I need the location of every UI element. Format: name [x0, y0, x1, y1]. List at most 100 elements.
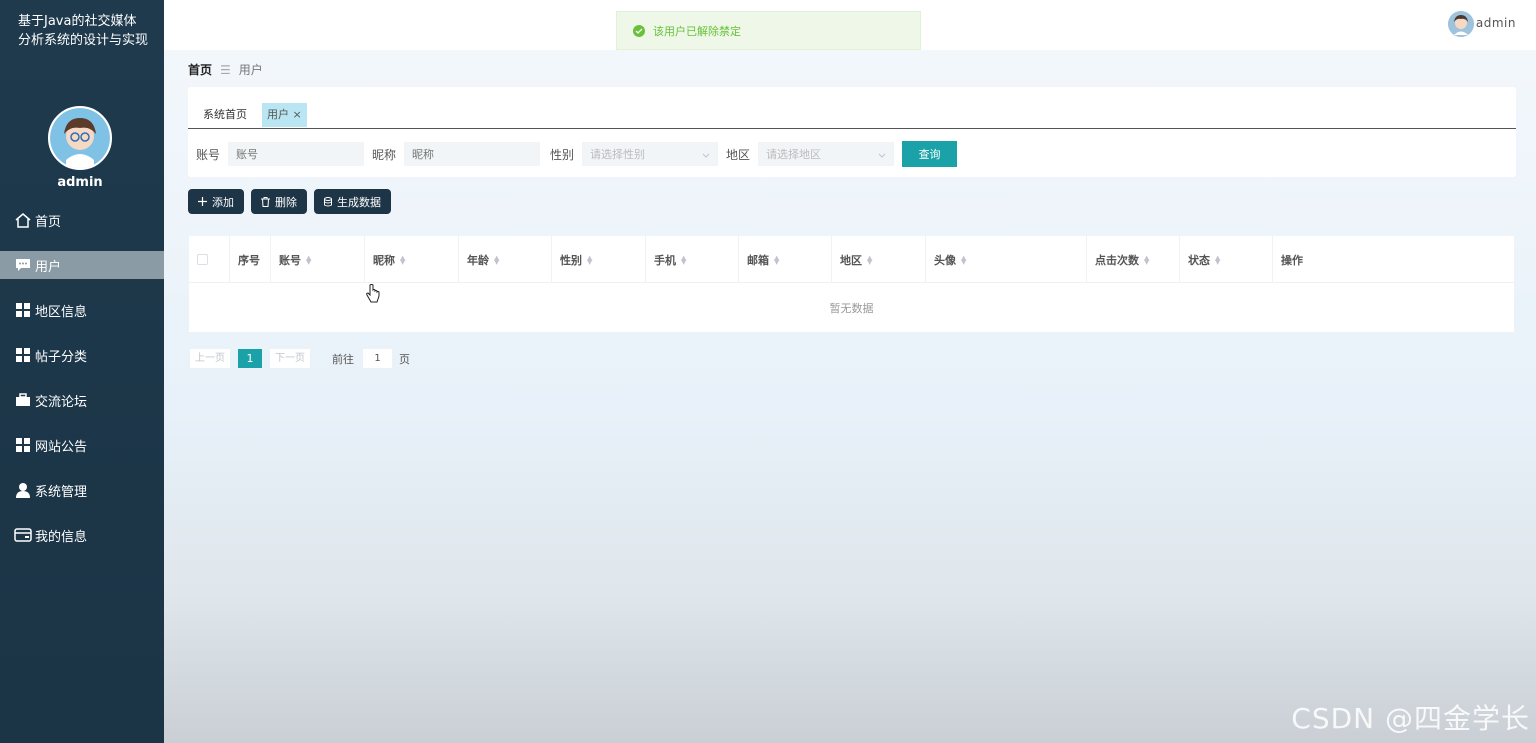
tab-divider: [188, 128, 1516, 129]
sort-icon[interactable]: ▲ ▼: [587, 254, 592, 265]
add-label: 添加: [212, 195, 234, 209]
check-circle-icon: [633, 24, 645, 37]
avatar[interactable]: [48, 106, 112, 170]
prev-page-button[interactable]: 上一页: [190, 349, 230, 368]
page-number[interactable]: 1: [238, 349, 262, 368]
empty-state: 暂无数据: [829, 302, 874, 315]
table-header: 序号 账号 ▲ ▼ 昵称 ▲ ▼ 年龄 ▲ ▼ 性别 ▲ ▼ 手机 ▲ ▼ 邮箱…: [189, 236, 1514, 283]
users-table: 序号 账号 ▲ ▼ 昵称 ▲ ▼ 年龄 ▲ ▼ 性别 ▲ ▼ 手机 ▲ ▼ 邮箱…: [189, 236, 1514, 332]
gender-select[interactable]: 请选择性别: [582, 142, 719, 166]
card-icon: [14, 527, 32, 543]
hand-cursor-icon: [366, 284, 380, 307]
sort-icon[interactable]: ▲ ▼: [1215, 254, 1220, 265]
sidebar-item-announcement[interactable]: 网站公告: [0, 431, 164, 459]
column-header[interactable]: 状态 ▲ ▼: [1179, 236, 1272, 283]
column-header[interactable]: 账号 ▲ ▼: [270, 236, 364, 283]
tab-bar: 系统首页 用户 ×: [198, 103, 307, 129]
sidebar-item-post-category[interactable]: 帖子分类: [0, 341, 164, 369]
column-label: 昵称: [373, 253, 395, 267]
column-header[interactable]: 手机 ▲ ▼: [645, 236, 738, 283]
column-header[interactable]: 邮箱 ▲ ▼: [738, 236, 831, 283]
column-header[interactable]: 点击次数 ▲ ▼: [1086, 236, 1179, 283]
trash-icon: [261, 196, 270, 207]
sort-icon[interactable]: ▲ ▼: [400, 254, 405, 265]
sort-icon[interactable]: ▲ ▼: [1144, 254, 1149, 265]
goto-page-input[interactable]: 1: [363, 349, 392, 368]
goto-label: 前往: [332, 352, 354, 366]
column-header[interactable]: 头像 ▲ ▼: [925, 236, 1086, 283]
select-all-checkbox[interactable]: [197, 254, 208, 265]
sidebar-item-home[interactable]: 首页: [0, 206, 164, 234]
gender-placeholder: 请选择性别: [590, 148, 646, 161]
sidebar-item-my-info[interactable]: 我的信息: [0, 521, 164, 549]
success-toast: 该用户已解除禁定: [616, 11, 921, 50]
action-bar: 添加 删除 生成数据: [188, 189, 391, 214]
page-unit-label: 页: [399, 352, 410, 366]
sidebar-username: admin: [57, 175, 103, 190]
database-icon: [324, 196, 332, 207]
pagination: 上一页 1 下一页 前往 1 页: [190, 349, 410, 368]
grid-icon: [14, 347, 32, 363]
sidebar-item-forum[interactable]: 交流论坛: [0, 386, 164, 414]
generate-label: 生成数据: [337, 195, 381, 209]
column-header[interactable]: 昵称 ▲ ▼: [364, 236, 458, 283]
add-button[interactable]: 添加: [188, 189, 244, 214]
briefcase-icon: [14, 392, 32, 408]
sidebar-item-label: 地区信息: [35, 304, 88, 320]
column-label: 手机: [654, 253, 676, 267]
column-header[interactable]: 性别 ▲ ▼: [551, 236, 645, 283]
sort-icon[interactable]: ▲ ▼: [681, 254, 686, 265]
column-label: 操作: [1281, 253, 1303, 267]
sort-icon[interactable]: ▲ ▼: [306, 254, 311, 265]
person-icon: [14, 482, 32, 498]
column-label: 性别: [560, 253, 582, 267]
account-input[interactable]: [228, 142, 365, 166]
sidebar-item-label: 我的信息: [35, 529, 88, 545]
sidebar-item-system[interactable]: 系统管理: [0, 476, 164, 504]
region-select[interactable]: 请选择地区: [758, 142, 895, 166]
sidebar-item-label: 交流论坛: [35, 394, 88, 410]
sort-icon[interactable]: ▲ ▼: [774, 254, 779, 265]
column-label: 序号: [238, 253, 260, 267]
sidebar-item-region-info[interactable]: 地区信息: [0, 296, 164, 324]
column-label: 年龄: [467, 253, 489, 267]
chevron-down-icon: [878, 148, 886, 161]
column-header[interactable]: 年龄 ▲ ▼: [458, 236, 551, 283]
query-button[interactable]: 查询: [902, 141, 958, 167]
sort-icon[interactable]: ▲ ▼: [494, 254, 499, 265]
nickname-input[interactable]: [404, 142, 541, 166]
breadcrumb-current: 用户: [238, 63, 263, 77]
toast-message: 该用户已解除禁定: [653, 24, 741, 38]
column-label: 邮箱: [747, 253, 769, 267]
breadcrumb-home[interactable]: 首页: [188, 61, 212, 78]
topbar-username[interactable]: admin: [1476, 16, 1516, 30]
sidebar-item-label: 网站公告: [35, 439, 88, 455]
delete-button[interactable]: 删除: [251, 189, 307, 214]
tab-home[interactable]: 系统首页: [198, 103, 252, 127]
tab-users[interactable]: 用户 ×: [262, 103, 307, 127]
sidebar-item-label: 首页: [35, 214, 62, 230]
column-label: 账号: [279, 253, 301, 267]
column-label: 地区: [840, 253, 862, 267]
sort-icon[interactable]: ▲ ▼: [867, 254, 872, 265]
main-content: admin 该用户已解除禁定 首页 ☰ 用户 系统首页 用户 × 账号 昵称 性…: [164, 0, 1536, 743]
account-label: 账号: [196, 147, 221, 162]
region-placeholder: 请选择地区: [766, 148, 822, 161]
grid-icon: [14, 437, 32, 453]
generate-data-button[interactable]: 生成数据: [314, 189, 391, 214]
sidebar: 基于Java的社交媒体分析系统的设计与实现 admin 首页 用户 地区信息 帖…: [0, 0, 164, 743]
sidebar-item-label: 用户: [35, 259, 62, 275]
app-title: 基于Java的社交媒体分析系统的设计与实现: [18, 14, 149, 48]
sidebar-menu: 首页 用户 地区信息 帖子分类 交流论坛 网站公告 系统管理 我的信息: [0, 206, 164, 566]
column-label: 头像: [934, 253, 956, 267]
grid-icon: [14, 302, 32, 318]
sort-icon[interactable]: ▲ ▼: [961, 254, 966, 265]
column-header[interactable]: 地区 ▲ ▼: [831, 236, 925, 283]
next-page-button[interactable]: 下一页: [270, 349, 310, 368]
column-header: 操作: [1272, 236, 1514, 283]
watermark: CSDN @四金学长: [1291, 702, 1530, 735]
avatar[interactable]: [1448, 11, 1474, 37]
search-form: 账号 昵称 性别 请选择性别 地区 请选择地区 查询: [196, 141, 958, 167]
chevron-down-icon: [702, 148, 710, 161]
sidebar-item-users[interactable]: 用户: [0, 251, 164, 279]
